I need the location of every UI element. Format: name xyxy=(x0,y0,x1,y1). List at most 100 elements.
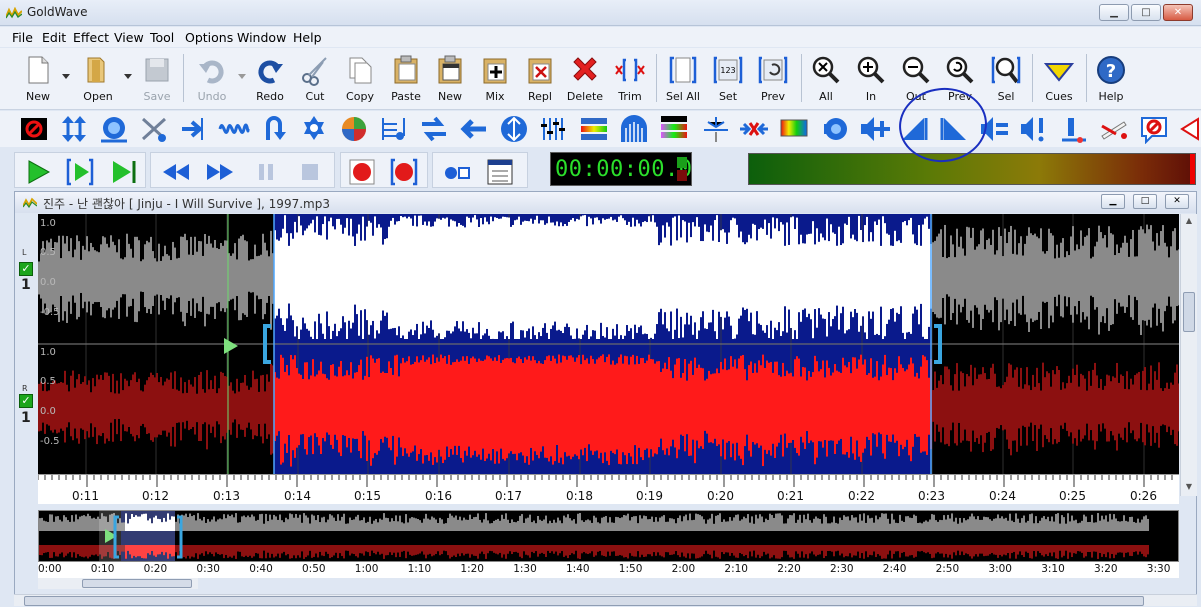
waveform-view[interactable]: 1.0 0.5 0.0 -0.5 1.0 0.5 0.0 -0.5 xyxy=(38,214,1179,474)
close-button[interactable]: ✕ xyxy=(1163,4,1193,21)
volume-alert-icon[interactable] xyxy=(1018,114,1050,144)
stop-icon[interactable] xyxy=(295,157,325,187)
open-button[interactable]: Open xyxy=(76,48,120,108)
undo-button[interactable]: Undo xyxy=(190,48,234,108)
zoom-selection-button[interactable]: Sel xyxy=(987,48,1025,108)
doppler-icon[interactable] xyxy=(298,114,330,144)
wave-sample xyxy=(450,219,452,334)
time-warp-left-icon[interactable] xyxy=(458,114,490,144)
rewind-icon[interactable] xyxy=(161,157,191,187)
spectrum-filter-icon[interactable] xyxy=(578,114,610,144)
swap-channels-icon[interactable] xyxy=(418,114,450,144)
volume-plus-icon[interactable] xyxy=(858,114,890,144)
echo-icon[interactable] xyxy=(98,114,130,144)
silence-reduction-icon[interactable] xyxy=(738,114,770,144)
sound-window-minimize-button[interactable]: ▁ xyxy=(1101,194,1125,209)
menu-effect[interactable]: Effect xyxy=(73,30,109,45)
vertical-scrollbar[interactable]: ▲ ▼ xyxy=(1180,214,1197,496)
trim-button[interactable]: Trim xyxy=(611,48,649,108)
resonant-filter-icon[interactable] xyxy=(618,114,650,144)
overview-sample-right xyxy=(1093,545,1095,552)
device-controls-icon[interactable] xyxy=(485,157,515,187)
pitch-icon[interactable] xyxy=(218,114,250,144)
wave-sample xyxy=(484,217,486,334)
scroll-up-arrow-icon[interactable]: ▲ xyxy=(1183,216,1195,228)
overview-scrollbar[interactable] xyxy=(38,578,198,589)
redo-button[interactable]: Redo xyxy=(250,48,290,108)
overview-scroll-thumb[interactable] xyxy=(82,579,192,588)
overview-sample-left xyxy=(555,522,557,531)
flanger-icon[interactable] xyxy=(178,114,210,144)
maximize-volume-icon[interactable] xyxy=(58,114,90,144)
overview-waveform[interactable] xyxy=(38,510,1179,562)
mix-button[interactable]: Mix xyxy=(476,48,514,108)
horizontal-scroll-thumb[interactable] xyxy=(24,596,1144,606)
previous-selection-button[interactable]: Prev xyxy=(753,48,793,108)
offset-icon[interactable] xyxy=(1098,114,1130,144)
new-button[interactable]: New xyxy=(18,48,58,108)
minimize-button[interactable]: ▁ xyxy=(1099,4,1129,21)
maximize-button[interactable]: □ xyxy=(1131,4,1161,21)
volume-shape-icon[interactable] xyxy=(498,114,530,144)
zoom-all-button[interactable]: All xyxy=(807,48,845,108)
menu-window[interactable]: Window xyxy=(237,30,286,45)
parametric-eq-icon[interactable] xyxy=(658,114,690,144)
copy-button[interactable]: Copy xyxy=(340,48,380,108)
pan-icon[interactable] xyxy=(1058,114,1090,144)
paste-button[interactable]: Paste xyxy=(386,48,426,108)
pause-icon[interactable] xyxy=(251,157,281,187)
overview-sample-left xyxy=(367,521,369,531)
help-button[interactable]: ? Help xyxy=(1092,48,1130,108)
undo-dropdown-arrow-icon[interactable] xyxy=(238,74,246,80)
play-marker-icon[interactable] xyxy=(224,338,238,354)
timeline-ruler[interactable]: 0:11 0:12 0:13 0:14 0:15 0:16 0:17 0:18 0:19 0:20… xyxy=(38,474,1179,504)
open-dropdown-arrow-icon[interactable] xyxy=(124,74,132,80)
zoom-in-button[interactable]: In xyxy=(852,48,890,108)
record-icon[interactable] xyxy=(347,157,377,187)
new-dropdown-arrow-icon[interactable] xyxy=(62,74,70,80)
equalizer-rainbow-icon[interactable] xyxy=(778,114,810,144)
select-all-button[interactable]: Sel All xyxy=(662,48,704,108)
left-channel-checkbox[interactable]: ✓ xyxy=(19,262,33,276)
cues-button[interactable]: Cues xyxy=(1038,48,1080,108)
delete-button[interactable]: Delete xyxy=(564,48,606,108)
record-selection-icon[interactable] xyxy=(389,157,419,187)
play-to-end-icon[interactable] xyxy=(109,157,139,187)
scroll-down-arrow-icon[interactable]: ▼ xyxy=(1183,482,1195,494)
noise-gate-icon[interactable] xyxy=(700,114,732,144)
reverse-icon[interactable] xyxy=(258,114,290,144)
right-channel-checkbox[interactable]: ✓ xyxy=(19,394,33,408)
menu-edit[interactable]: Edit xyxy=(42,30,66,45)
overview-sample-left xyxy=(1065,523,1067,531)
noise-reduction-icon[interactable] xyxy=(18,114,50,144)
mechanize-icon[interactable] xyxy=(138,114,170,144)
sound-window-close-button[interactable]: ✕ xyxy=(1165,194,1189,209)
menu-file[interactable]: File xyxy=(12,30,33,45)
sound-window-maximize-button[interactable]: □ xyxy=(1133,194,1157,209)
channel-mixer-icon[interactable] xyxy=(338,114,370,144)
band-filter-icon[interactable] xyxy=(538,114,570,144)
replace-button[interactable]: Repl xyxy=(521,48,559,108)
menu-help[interactable]: Help xyxy=(293,30,322,45)
paste-new-button[interactable]: New xyxy=(431,48,469,108)
volume-speaker-icon[interactable] xyxy=(818,114,850,144)
wave-sample xyxy=(240,382,242,430)
play-selection-icon[interactable] xyxy=(65,157,95,187)
overview-sample-left xyxy=(929,519,931,531)
control-properties-icon[interactable] xyxy=(441,157,471,187)
save-button[interactable]: Save xyxy=(138,48,176,108)
equalizer-notes-icon[interactable] xyxy=(378,114,410,144)
playback-stop-bubble-icon[interactable] xyxy=(1138,114,1170,144)
menu-view[interactable]: View xyxy=(114,30,144,45)
overview-sample-right xyxy=(639,545,641,558)
horizontal-scrollbar[interactable] xyxy=(14,594,1197,606)
cut-button[interactable]: Cut xyxy=(296,48,334,108)
set-selection-button[interactable]: 123 Set xyxy=(708,48,748,108)
menu-tool[interactable]: Tool xyxy=(150,30,174,45)
wave-sample xyxy=(210,380,212,433)
menu-options[interactable]: Options xyxy=(185,30,233,45)
vertical-scroll-thumb[interactable] xyxy=(1183,292,1195,332)
more-effects-arrow-icon[interactable] xyxy=(1178,114,1201,144)
play-icon[interactable] xyxy=(23,157,53,187)
fast-forward-icon[interactable] xyxy=(205,157,235,187)
